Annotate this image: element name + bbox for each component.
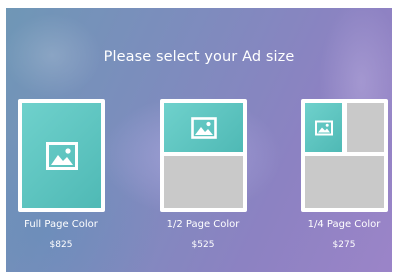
ad-area-quarter-top-left	[305, 103, 342, 152]
ad-area-quarter-top-right-empty	[347, 103, 384, 152]
ad-option-full-page[interactable]	[18, 99, 105, 212]
ad-area-half-bottom-empty	[164, 156, 243, 208]
ad-area-half-top	[164, 103, 243, 152]
ad-option-full-page-price: $825	[49, 240, 73, 250]
ad-area-full	[22, 103, 101, 208]
image-icon	[190, 116, 217, 139]
ad-option-half-page-name: 1/2 Page Color	[166, 219, 240, 230]
ad-size-selector: Please select your Ad size Full Page Col…	[6, 8, 392, 272]
ad-option-quarter-page-name: 1/4 Page Color	[307, 219, 381, 230]
ad-option-quarter-page[interactable]	[301, 99, 388, 212]
ad-option-full-page-name: Full Page Color	[24, 219, 98, 230]
ad-option-half-page[interactable]	[160, 99, 247, 212]
ad-option-quarter-page-price: $275	[332, 240, 356, 250]
page-title: Please select your Ad size	[103, 49, 295, 65]
ad-option-half-page-price: $525	[191, 240, 215, 250]
image-icon	[45, 141, 78, 170]
ad-area-quarter-bottom-empty	[305, 156, 384, 208]
image-icon	[314, 120, 333, 135]
